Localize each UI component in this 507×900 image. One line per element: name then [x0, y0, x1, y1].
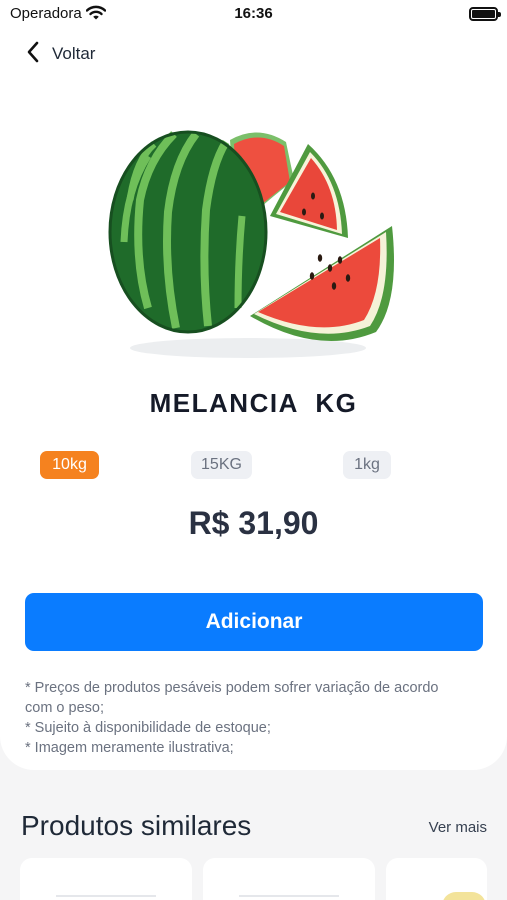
back-label: Voltar — [52, 44, 96, 63]
see-more-link[interactable]: Ver mais — [429, 819, 487, 836]
battery-icon — [469, 7, 501, 21]
similar-product-card[interactable] — [203, 858, 375, 900]
add-to-cart-button[interactable]: Adicionar — [25, 593, 483, 651]
chevron-left-icon — [26, 41, 40, 68]
note-illustrative-image: * Imagem meramente ilustrativa; — [25, 740, 234, 756]
product-card: Operadora 16:36 Voltar MELANCIA KG 10kg … — [0, 0, 507, 770]
weight-option-1kg[interactable]: 1kg — [343, 451, 391, 479]
watermelon-image — [108, 120, 400, 362]
weight-option-10kg[interactable]: 10kg — [40, 451, 99, 479]
product-notes: * Preços de produtos pesáveis podem sofr… — [25, 678, 465, 758]
note-weight-variation: * Preços de produtos pesáveis podem sofr… — [25, 680, 439, 716]
similar-product-card[interactable] — [20, 858, 192, 900]
status-time: 16:36 — [234, 5, 273, 22]
status-bar: Operadora 16:36 — [0, 0, 507, 28]
similar-products-title: Produtos similares — [21, 810, 252, 841]
fruit-thumbnail-icon — [442, 892, 486, 900]
similar-product-card[interactable] — [386, 858, 487, 900]
weight-option-15kg[interactable]: 15KG — [191, 451, 252, 479]
product-price: R$ 31,90 — [188, 505, 319, 541]
note-stock-availability: * Sujeito à disponibilidade de estoque; — [25, 720, 271, 736]
product-title: MELANCIA KG — [149, 388, 358, 418]
back-button[interactable]: Voltar — [26, 40, 95, 68]
